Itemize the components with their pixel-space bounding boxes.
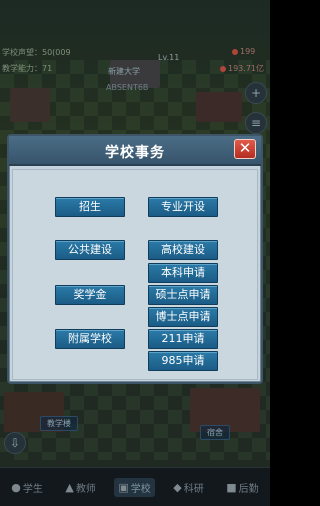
- close-icon: ✕: [238, 139, 252, 157]
- side-plus-button[interactable]: +: [245, 82, 267, 104]
- teaching-ability-text: 教学能力：71: [2, 64, 53, 73]
- university-construction-button[interactable]: 高校建设: [148, 240, 218, 260]
- school-icon: ▣: [118, 480, 129, 494]
- tab-student-label: 学生: [22, 483, 43, 495]
- dialog-body: 招生 公共建设 奖学金 附属学校 专业开设 高校建设 本科申请 硕士点申请 博士…: [12, 169, 258, 380]
- diamond-icon: [232, 48, 238, 55]
- public-construction-button[interactable]: 公共建设: [55, 240, 125, 260]
- resource-badge-top: 199: [232, 47, 255, 56]
- doctoral-application-button[interactable]: 博士点申请: [148, 307, 218, 327]
- resource-badge-bottom: 193.71亿: [220, 63, 264, 74]
- tab-teacher-label: 教师: [75, 483, 96, 495]
- major-setup-button[interactable]: 专业开设: [148, 197, 218, 217]
- scholarship-button[interactable]: 奖学金: [55, 285, 125, 305]
- teacher-icon: ▲: [65, 480, 74, 494]
- dialog-header: 学校事务 ✕: [9, 136, 261, 166]
- download-button[interactable]: ⇩: [4, 432, 26, 454]
- student-icon: ●: [11, 480, 21, 494]
- undergraduate-application-button[interactable]: 本科申请: [148, 263, 218, 283]
- tab-teacher[interactable]: ▲ 教师: [61, 478, 99, 497]
- tab-logistics[interactable]: ■ 后勤: [222, 478, 262, 497]
- map-label-dorm[interactable]: 宿舍: [200, 425, 230, 440]
- diamond-count: 199: [240, 47, 256, 56]
- close-button[interactable]: ✕: [234, 139, 256, 159]
- school-code: ABSENT6B: [106, 83, 149, 92]
- recruit-button[interactable]: 招生: [55, 197, 125, 217]
- school-affairs-dialog: 学校事务 ✕ 招生 公共建设 奖学金 附属学校 专业开设 高校建设 本科申请 硕…: [7, 134, 263, 384]
- money-icon: [220, 65, 226, 72]
- map-label-teaching[interactable]: 教学楼: [40, 416, 78, 431]
- masters-application-button[interactable]: 硕士点申请: [148, 285, 218, 305]
- tab-student[interactable]: ● 学生: [7, 478, 47, 497]
- reputation-text: 学校声望：50(009: [2, 48, 71, 57]
- tab-school[interactable]: ▣ 学校: [114, 477, 155, 497]
- school-name: 新建大学: [108, 67, 140, 76]
- tab-research-label: 科研: [183, 483, 204, 495]
- bottom-navigation: ● 学生 ▲ 教师 ▣ 学校 ◆ 科研 ■ 后勤: [0, 467, 270, 506]
- school-level: Lv.11: [158, 53, 180, 62]
- research-icon: ◆: [173, 480, 182, 494]
- money-count: 193.71亿: [228, 64, 264, 73]
- building: [10, 88, 50, 122]
- affiliated-school-button[interactable]: 附属学校: [55, 329, 125, 349]
- building: [196, 92, 242, 122]
- project-985-button[interactable]: 985申请: [148, 351, 218, 371]
- side-menu-button[interactable]: ≡: [245, 112, 267, 134]
- dialog-title: 学校事务: [105, 145, 165, 161]
- tab-school-label: 学校: [130, 483, 151, 495]
- tab-logistics-label: 后勤: [238, 483, 259, 495]
- project-211-button[interactable]: 211申请: [148, 329, 218, 349]
- logistics-icon: ■: [226, 480, 237, 494]
- tab-research[interactable]: ◆ 科研: [169, 478, 207, 497]
